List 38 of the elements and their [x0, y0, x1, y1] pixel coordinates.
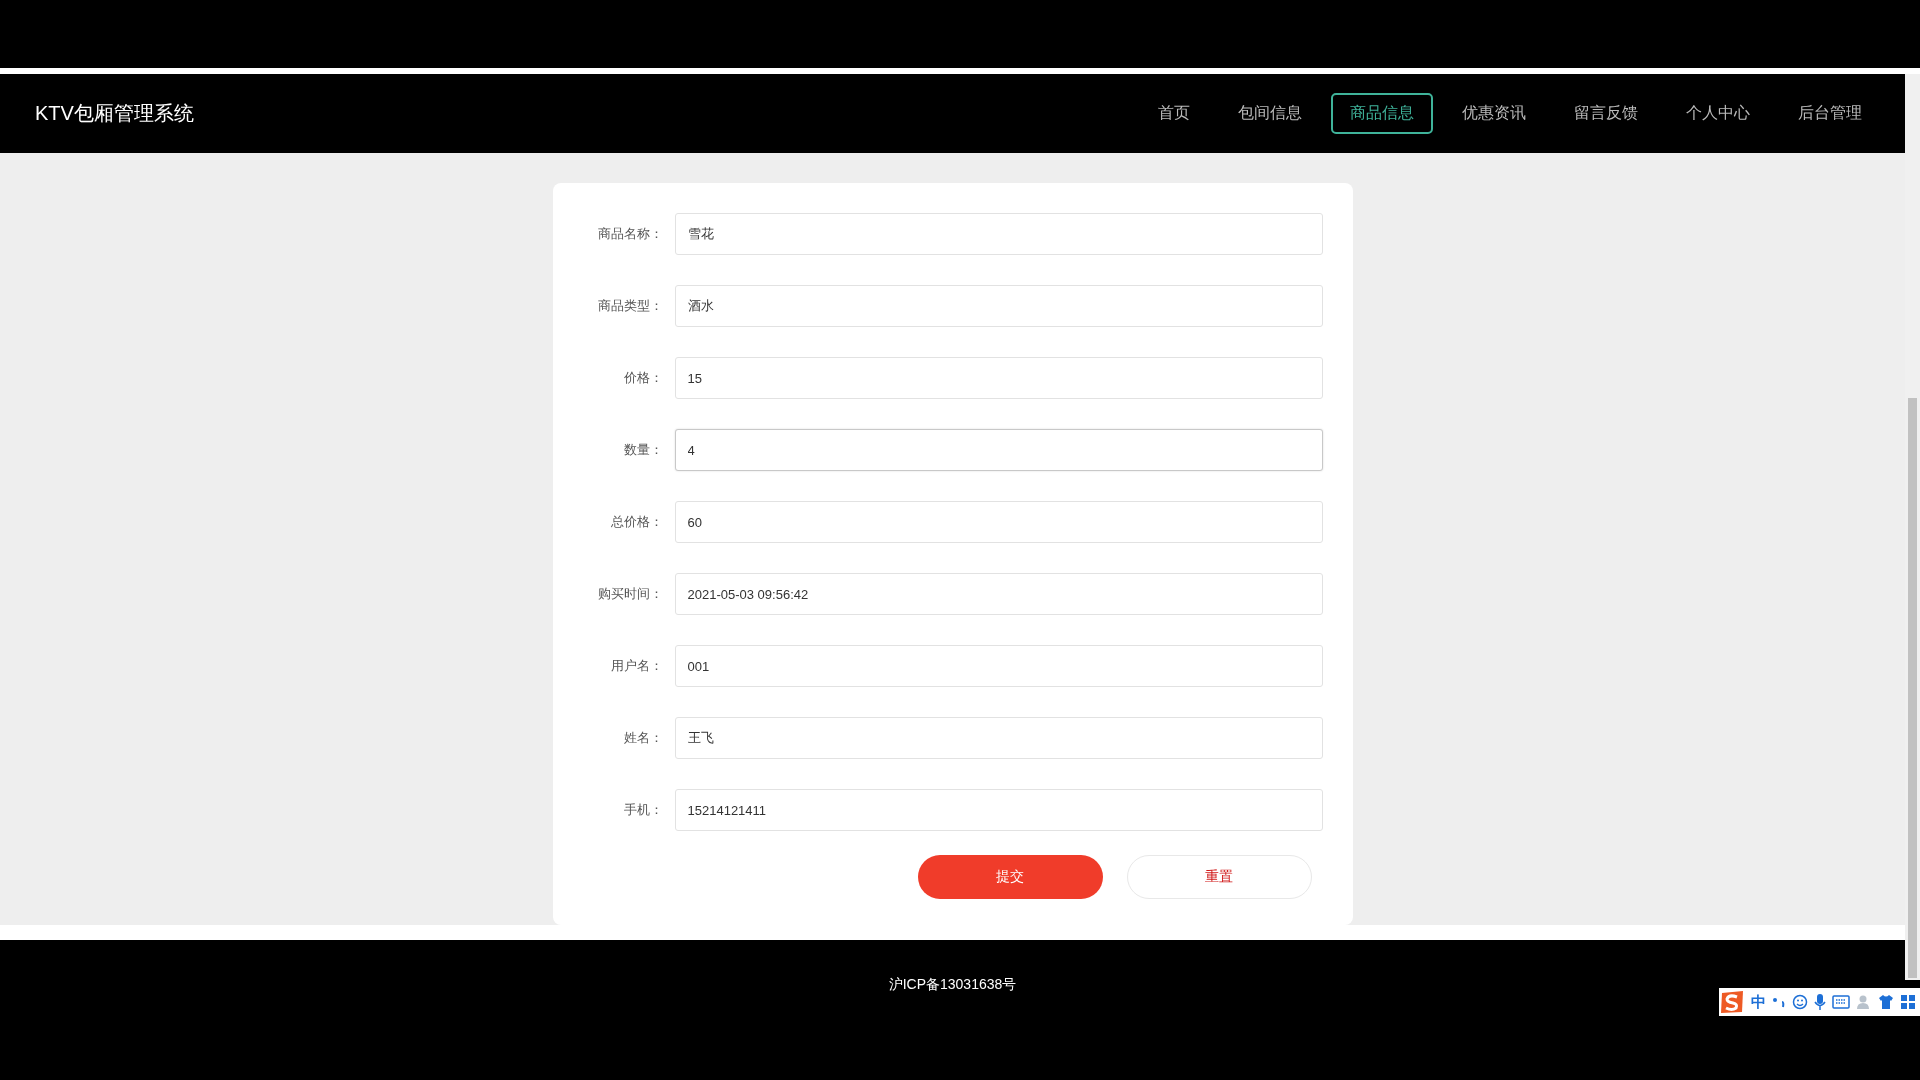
- field-label: 商品类型：: [596, 297, 663, 315]
- field-label: 商品名称：: [596, 225, 663, 243]
- field-label: 用户名：: [609, 657, 663, 675]
- input-field[interactable]: 001: [674, 645, 1323, 687]
- input-field[interactable]: 雪花: [674, 213, 1323, 255]
- input-field[interactable]: 15: [674, 357, 1323, 399]
- input-mode[interactable]: 中: [1751, 992, 1766, 1012]
- field-label: 姓名：: [622, 729, 663, 747]
- nav-tab[interactable]: 个人中心: [1667, 93, 1769, 134]
- smiley-icon[interactable]: [1792, 994, 1808, 1010]
- input-field[interactable]: 15214121411: [674, 789, 1323, 831]
- scroll-thumb[interactable]: [1908, 398, 1917, 978]
- grid-icon[interactable]: [1900, 994, 1916, 1010]
- keyboard-icon[interactable]: [1832, 995, 1850, 1009]
- input-field[interactable]: 酒水: [674, 285, 1323, 327]
- input-field[interactable]: 60: [674, 501, 1323, 543]
- nav-tab[interactable]: 首页: [1139, 93, 1209, 134]
- nav-tab[interactable]: 包间信息: [1219, 93, 1321, 134]
- scrollbar[interactable]: [1905, 74, 1920, 980]
- nav-tab[interactable]: 优惠资讯: [1443, 93, 1545, 134]
- nav-tab[interactable]: 后台管理: [1779, 93, 1881, 134]
- field-label: 数量：: [622, 441, 663, 459]
- footer-text: 沪ICP备13031638号: [888, 976, 1017, 994]
- field-label: 价格：: [622, 369, 663, 387]
- reset-button[interactable]: 重置: [1126, 855, 1312, 899]
- site-title: KTV包厢管理系统: [35, 101, 194, 126]
- microphone-icon[interactable]: [1814, 993, 1826, 1011]
- input-field[interactable]: 王飞: [674, 717, 1323, 759]
- field-label: 总价格：: [609, 513, 663, 531]
- field-label: 购买时间：: [596, 585, 663, 603]
- nav-tab[interactable]: 商品信息: [1331, 93, 1433, 134]
- logo-icon[interactable]: [1719, 990, 1745, 1014]
- nav-tab[interactable]: 留言反馈: [1555, 93, 1657, 134]
- input-field[interactable]: 4: [674, 429, 1323, 471]
- shirt-icon[interactable]: [1878, 994, 1894, 1010]
- field-label: 手机：: [622, 801, 663, 819]
- input-field[interactable]: 2021-05-03 09:56:42: [674, 573, 1323, 615]
- submit-button[interactable]: 提交: [917, 855, 1103, 899]
